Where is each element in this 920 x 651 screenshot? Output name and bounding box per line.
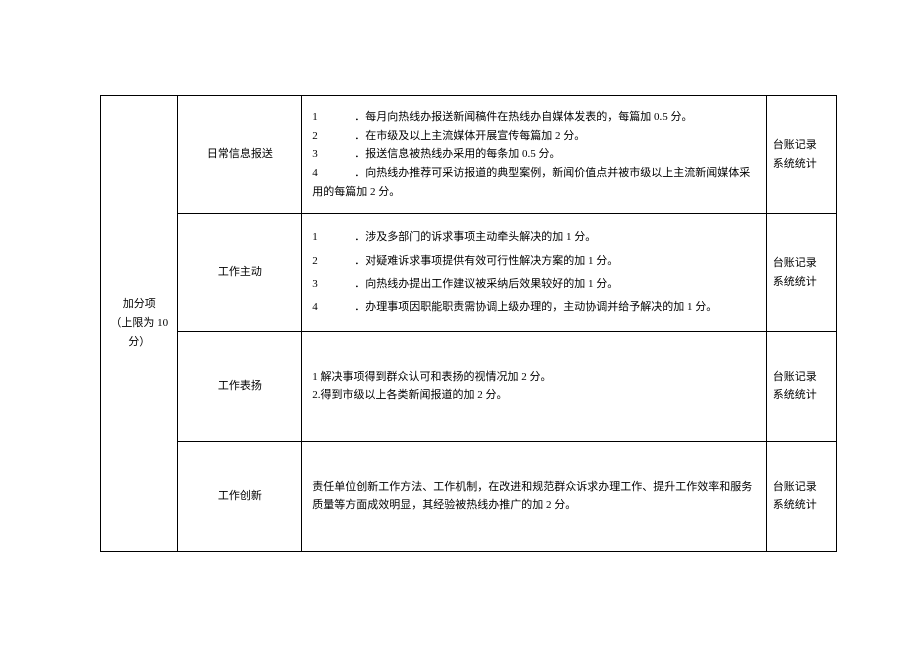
desc-line: 4．向热线办推荐可采访报道的典型案例，新闻价值点并被市级以上主流新闻媒体采用的每…: [312, 164, 756, 201]
method-line1: 台账记录: [773, 481, 817, 493]
method-line2: 系统统计: [773, 276, 817, 288]
desc-text: ．涉及多部门的诉求事项主动牵头解决的加 1 分。: [354, 231, 596, 243]
desc-line: 4 ．办理事项因职能职责需协调上级办理的，主动协调并给予解决的加 1 分。: [312, 296, 756, 319]
score-table: 加分项 （上限为 10 分） 日常信息报送 1 ．每月向热线办报送新闻稿件在热线办…: [100, 95, 837, 552]
desc-cell: 1 解决事项得到群众认可和表扬的视情况加 2 分。 2.得到市级以上各类新闻报道…: [302, 331, 767, 441]
table-row: 加分项 （上限为 10 分） 日常信息报送 1．每月向热线办报送新闻稿件在热线办…: [101, 96, 837, 214]
desc-cell: 责任单位创新工作方法、工作机制，在改进和规范群众诉求办理工作、提升工作效率和服务…: [302, 441, 767, 551]
desc-num: 2: [312, 250, 320, 273]
method-line2: 系统统计: [773, 158, 817, 170]
desc-text: ．在市级及以上主流媒体开展宣传每篇加 2 分。: [354, 130, 585, 142]
desc-num: 2: [312, 127, 320, 146]
desc-line: 1 ．涉及多部门的诉求事项主动牵头解决的加 1 分。: [312, 226, 756, 249]
item-label: 工作表扬: [218, 380, 262, 392]
method-cell: 台账记录 系统统计: [766, 441, 836, 551]
item-label: 日常信息报送: [207, 148, 273, 160]
desc-num: 3: [312, 145, 320, 164]
category-title-line1: 加分项: [123, 298, 156, 310]
score-table-container: 加分项 （上限为 10 分） 日常信息报送 1 ．每月向热线办报送新闻稿件在热线办…: [100, 95, 837, 552]
desc-num: 3: [312, 273, 320, 296]
table-row: 工作主动 1 ．涉及多部门的诉求事项主动牵头解决的加 1 分。 2 ．对疑难诉求事项…: [101, 214, 837, 331]
desc-num: 1: [312, 108, 320, 127]
item-cell: 日常信息报送: [178, 96, 302, 214]
desc-num: 4: [312, 296, 320, 319]
desc-text: 责任单位创新工作方法、工作机制，在改进和规范群众诉求办理工作、提升工作效率和服务…: [312, 481, 752, 512]
category-cell: 加分项 （上限为 10 分）: [101, 96, 178, 552]
desc-line: 3 ．向热线办提出工作建议被采纳后效果较好的加 1 分。: [312, 273, 756, 296]
item-cell: 工作主动: [178, 214, 302, 331]
table-row: 工作表扬 1 解决事项得到群众认可和表扬的视情况加 2 分。 2.得到市级以上各…: [101, 331, 837, 441]
method-line1: 台账记录: [773, 139, 817, 151]
method-cell: 台账记录 系统统计: [766, 96, 836, 214]
desc-text: ．向热线办提出工作建议被采纳后效果较好的加 1 分。: [354, 278, 618, 290]
item-label: 工作主动: [218, 266, 262, 278]
desc-line: 1 ．每月向热线办报送新闻稿件在热线办自媒体发表的，每篇加 0.5 分。: [312, 108, 756, 127]
method-cell: 台账记录 系统统计: [766, 214, 836, 331]
desc-text: ．报送信息被热线办采用的每条加 0.5 分。: [354, 148, 560, 160]
desc-cell: 1 ．每月向热线办报送新闻稿件在热线办自媒体发表的，每篇加 0.5 分。 2 ．在市…: [302, 96, 767, 214]
method-line1: 台账记录: [773, 257, 817, 269]
desc-line: 1 解决事项得到群众认可和表扬的视情况加 2 分。: [312, 368, 756, 387]
desc-line: 2 ．对疑难诉求事项提供有效可行性解决方案的加 1 分。: [312, 250, 756, 273]
desc-num: 1: [312, 226, 320, 249]
desc-line: 2.得到市级以上各类新闻报道的加 2 分。: [312, 386, 756, 405]
item-cell: 工作创新: [178, 441, 302, 551]
method-line1: 台账记录: [773, 371, 817, 383]
desc-line: 3 ．报送信息被热线办采用的每条加 0.5 分。: [312, 145, 756, 164]
table-row: 工作创新 责任单位创新工作方法、工作机制，在改进和规范群众诉求办理工作、提升工作…: [101, 441, 837, 551]
desc-text: ．每月向热线办报送新闻稿件在热线办自媒体发表的，每篇加 0.5 分。: [354, 111, 692, 123]
item-label: 工作创新: [218, 490, 262, 502]
method-line2: 系统统计: [773, 499, 817, 511]
item-cell: 工作表扬: [178, 331, 302, 441]
method-cell: 台账记录 系统统计: [766, 331, 836, 441]
desc-text: ．对疑难诉求事项提供有效可行性解决方案的加 1 分。: [354, 255, 618, 267]
desc-cell: 1 ．涉及多部门的诉求事项主动牵头解决的加 1 分。 2 ．对疑难诉求事项提供有效可…: [302, 214, 767, 331]
desc-text: ．办理事项因职能职责需协调上级办理的，主动协调并给予解决的加 1 分。: [354, 301, 717, 313]
desc-num: 4: [312, 164, 320, 183]
desc-text: ．向热线办推荐可采访报道的典型案例，新闻价值点并被市级以上主流新闻媒体采用的每篇…: [312, 167, 750, 198]
category-title-line2: （上限为 10: [110, 317, 168, 329]
category-title-line3: 分）: [128, 336, 150, 348]
desc-line: 2 ．在市级及以上主流媒体开展宣传每篇加 2 分。: [312, 127, 756, 146]
method-line2: 系统统计: [773, 389, 817, 401]
